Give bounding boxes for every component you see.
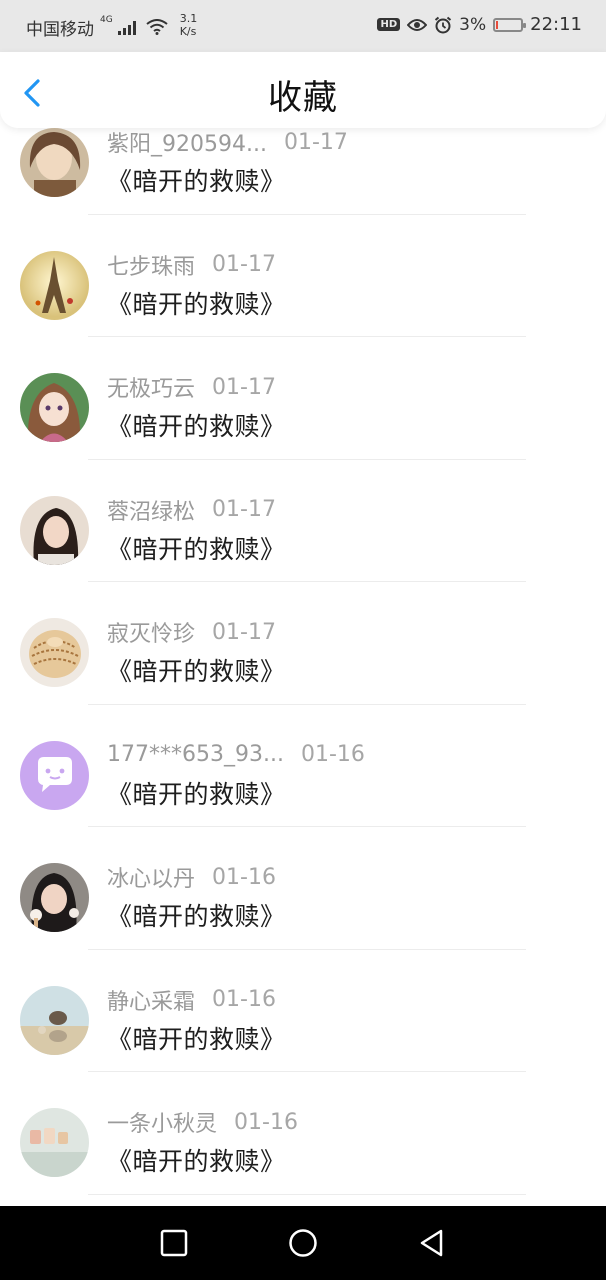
- speed-unit: K/s: [179, 25, 197, 38]
- user-name: 七步珠雨: [107, 254, 196, 280]
- item-date: 01-16: [212, 864, 276, 890]
- avatar-anime-girl[interactable]: [20, 373, 89, 442]
- item-meta: 寂灭怜珍 01-17: [107, 616, 276, 648]
- item-meta: 177***653_93... 01-16: [107, 739, 365, 771]
- user-name: 一条小秋灵: [107, 1112, 218, 1137]
- recent-apps-icon[interactable]: [159, 1228, 189, 1258]
- avatar-eiffel-tower[interactable]: [20, 250, 89, 320]
- list-item[interactable]: 静心采霜 01-16 《暗开的救赎》: [0, 950, 606, 1072]
- navigation-bar: [0, 1206, 606, 1280]
- avatar-cups[interactable]: [20, 1108, 89, 1177]
- page-header: 收藏: [0, 52, 606, 128]
- list-item[interactable]: 冰心以丹 01-16 《暗开的救赎》: [0, 827, 606, 950]
- favorite-title: 《暗开的救赎》: [107, 289, 286, 319]
- eye-icon: [407, 18, 428, 31]
- item-meta: 冰心以丹 01-16: [107, 861, 276, 893]
- favorite-title: 《暗开的救赎》: [107, 167, 286, 196]
- item-date: 01-17: [212, 619, 276, 645]
- item-date: 01-17: [212, 497, 276, 522]
- network-type: 4G: [100, 15, 113, 25]
- list-item[interactable]: 七步珠雨 01-17 《暗开的救赎》: [0, 215, 606, 337]
- user-name: 冰心以丹: [107, 867, 196, 892]
- item-meta: 无极巧云 01-17: [107, 371, 276, 403]
- item-date: 01-17: [212, 374, 276, 400]
- user-name: 蓉沼绿松: [107, 499, 196, 525]
- clock-time: 22:11: [530, 14, 582, 35]
- favorite-title: 《暗开的救赎》: [107, 657, 286, 686]
- avatar-anime-man[interactable]: [20, 128, 89, 197]
- favorite-title: 《暗开的救赎》: [107, 779, 286, 809]
- battery-level: [496, 20, 499, 29]
- list-item[interactable]: 一条小秋灵 01-16 《暗开的救赎》: [0, 1072, 606, 1195]
- item-date: 01-17: [212, 252, 276, 277]
- avatar-woman-photo[interactable]: [20, 495, 89, 565]
- favorites-list[interactable]: 紫阳_920594... 01-17 《暗开的救赎》 七步珠雨 01-17 《暗开的救赎》…: [0, 128, 606, 1206]
- list-item[interactable]: 177***653_93... 01-16 《暗开的救赎》: [0, 705, 606, 827]
- list-item[interactable]: 寂灭怜珍 01-17 《暗开的救赎》: [0, 582, 606, 705]
- list-item[interactable]: 无极巧云 01-17 《暗开的救赎》: [0, 337, 606, 460]
- avatar-girl-icecream[interactable]: [20, 863, 89, 932]
- favorite-title: 《暗开的救赎》: [107, 534, 286, 564]
- item-meta: 一条小秋灵 01-16: [107, 1106, 298, 1138]
- item-meta: 蓉沼绿松 01-17: [107, 494, 276, 526]
- user-name: 177***653_93...: [107, 742, 284, 767]
- favorite-title: 《暗开的救赎》: [107, 1147, 286, 1176]
- user-name: 紫阳_920594...: [107, 132, 267, 157]
- carrier-name: 中国移动: [26, 19, 94, 40]
- speed-value: 3.1: [179, 12, 198, 25]
- alarm-icon: [435, 16, 452, 33]
- item-meta: 静心采霜 01-16: [107, 984, 276, 1016]
- item-meta: 紫阳_920594... 01-17: [107, 128, 348, 158]
- item-date: 01-16: [234, 1109, 298, 1135]
- item-meta: 七步珠雨 01-17: [107, 249, 276, 281]
- user-name: 无极巧云: [107, 377, 196, 402]
- user-name: 寂灭怜珍: [107, 622, 196, 647]
- list-item[interactable]: 蓉沼绿松 01-17 《暗开的救赎》: [0, 460, 606, 582]
- home-icon[interactable]: [288, 1228, 318, 1258]
- avatar-cats-mirror[interactable]: [20, 985, 89, 1055]
- status-right: HD 3% 22:11: [377, 14, 582, 35]
- favorite-title: 《暗开的救赎》: [107, 902, 286, 931]
- user-name: 静心采霜: [107, 989, 196, 1015]
- avatar-seashell[interactable]: [20, 618, 89, 687]
- hd-icon: HD: [377, 18, 401, 31]
- item-date: 01-16: [300, 742, 365, 767]
- status-left: 中国移动 4G 3.1 K/s: [26, 12, 198, 40]
- favorite-title: 《暗开的救赎》: [107, 1024, 286, 1054]
- avatar-default-chat[interactable]: [20, 740, 89, 810]
- network-speed: 3.1 K/s: [180, 12, 198, 38]
- status-bar: 中国移动 4G 3.1 K/s HD 3% 22:11: [0, 0, 606, 52]
- battery-percent: 3%: [459, 14, 487, 35]
- signal-icon: [117, 20, 136, 35]
- page-title: 收藏: [268, 78, 338, 118]
- back-nav-icon[interactable]: [417, 1228, 447, 1258]
- favorite-title: 《暗开的救赎》: [107, 412, 286, 441]
- divider: [88, 1193, 526, 1195]
- item-date: 01-16: [212, 987, 276, 1012]
- item-date: 01-17: [283, 129, 348, 155]
- battery-icon: [493, 17, 527, 32]
- wifi-icon: [146, 19, 168, 35]
- list-item[interactable]: 紫阳_920594... 01-17 《暗开的救赎》: [0, 128, 606, 215]
